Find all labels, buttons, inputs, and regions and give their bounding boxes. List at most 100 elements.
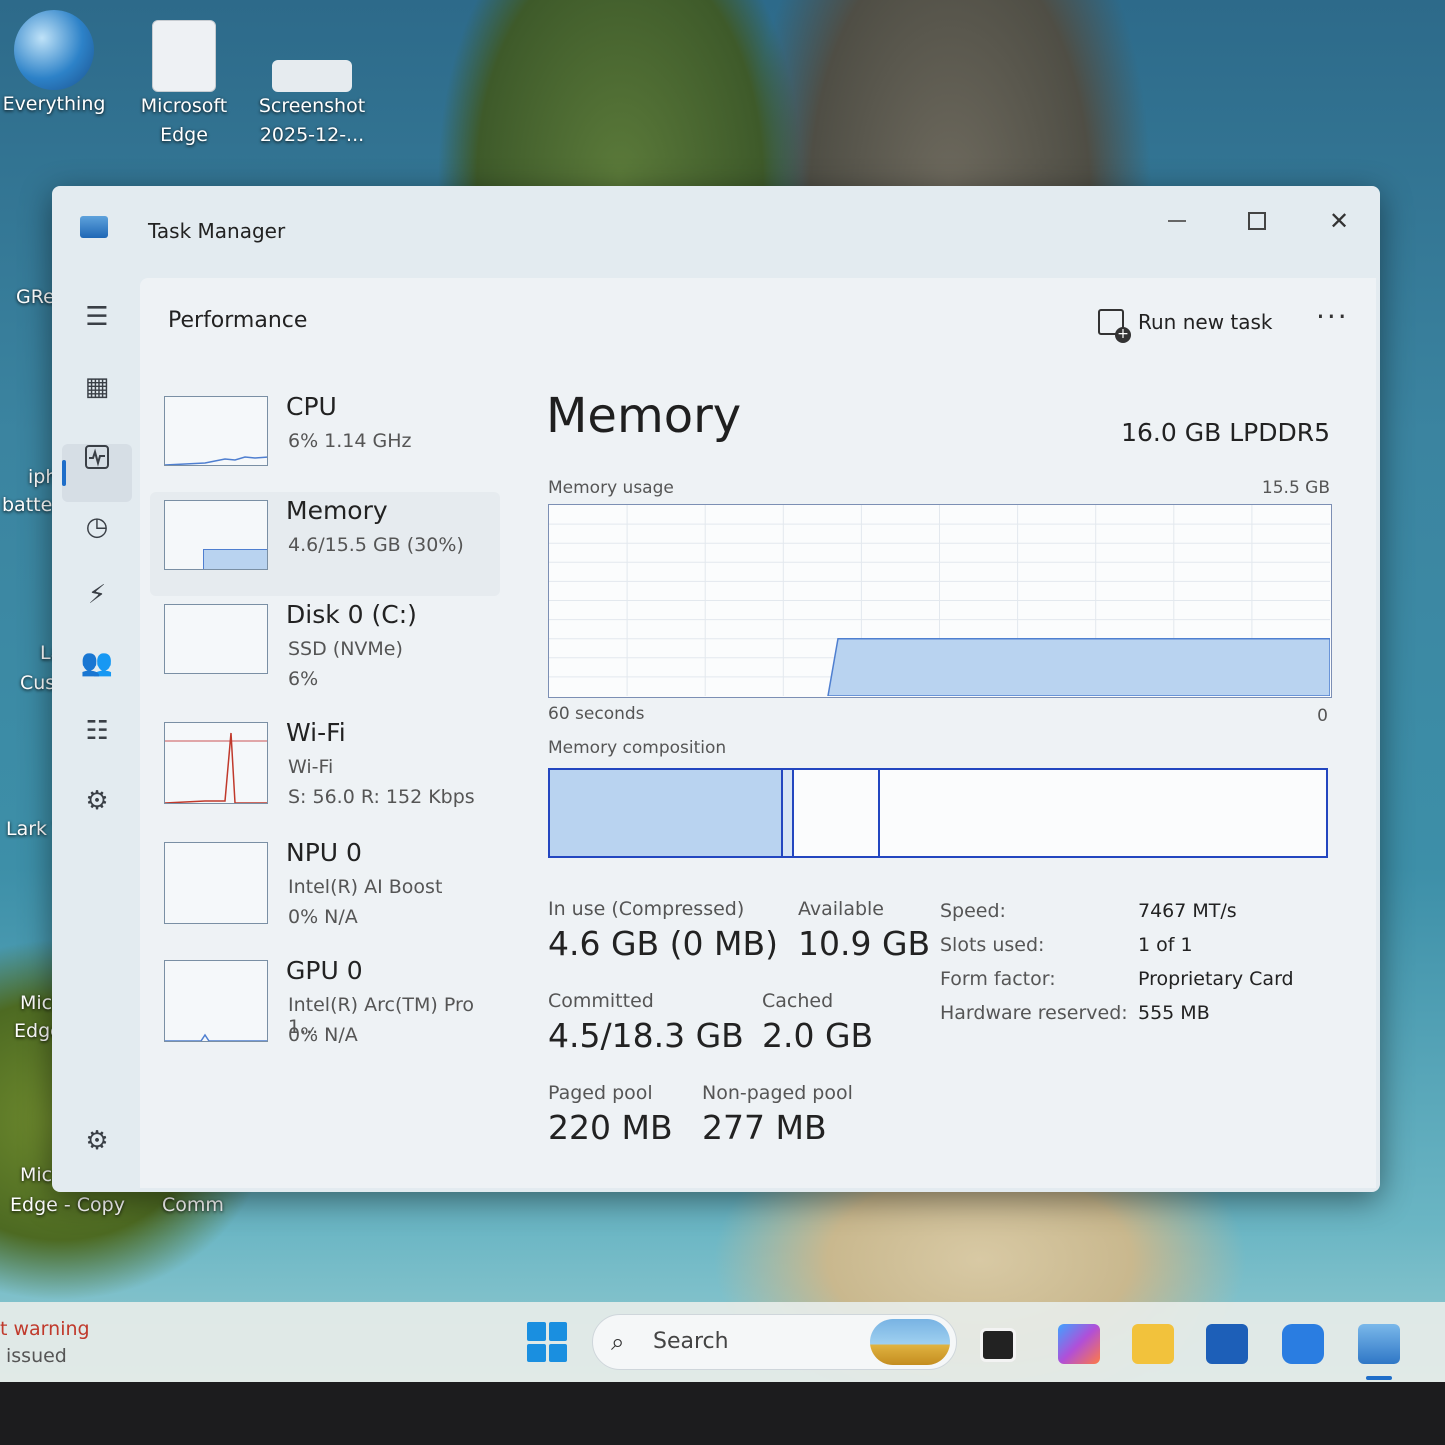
desktop-icon-label: Screenshot 2025-12-... <box>258 95 366 146</box>
m365-copilot-icon[interactable] <box>1058 1324 1100 1364</box>
wifi-thumbnail-graph <box>164 722 268 804</box>
performance-page: Performance Run new task ··· CPU 6% 1.14… <box>140 278 1376 1188</box>
cached-label: Cached <box>762 990 834 1012</box>
composition-standby <box>794 770 880 856</box>
device-sub: Wi-Fi <box>288 756 334 778</box>
processes-icon[interactable]: ▦ <box>80 370 114 404</box>
memory-composition-bar <box>548 768 1328 858</box>
device-item-memory[interactable]: Memory 4.6/15.5 GB (30%) <box>150 492 500 596</box>
gpu-thumbnail-graph <box>164 960 268 1042</box>
file-explorer-icon[interactable] <box>1132 1324 1174 1364</box>
in-use-label: In use (Compressed) <box>548 898 745 920</box>
globe-icon <box>14 10 94 90</box>
minimize-button[interactable] <box>1142 196 1212 246</box>
outlook-icon[interactable] <box>1282 1324 1324 1364</box>
search-icon: ⌕ <box>611 1328 625 1356</box>
store-icon[interactable] <box>1206 1324 1248 1364</box>
maximize-icon <box>1248 212 1266 230</box>
memory-usage-chart <box>549 505 1331 697</box>
pulse-icon <box>85 445 109 469</box>
memory-usage-max: 15.5 GB <box>1261 478 1330 498</box>
disk-thumbnail-graph <box>164 604 268 674</box>
device-sub: 6% 1.14 GHz <box>288 430 412 452</box>
memory-thumbnail-graph <box>164 500 268 570</box>
detail-key-form-factor: Form factor: <box>940 968 1056 990</box>
composition-modified <box>782 770 795 856</box>
detail-value-slots: 1 of 1 <box>1138 934 1193 956</box>
cpu-thumbnail-graph <box>164 396 268 466</box>
device-sub: 4.6/15.5 GB (30%) <box>288 534 464 556</box>
screen-bezel <box>0 1382 1445 1445</box>
device-item-disk[interactable]: Disk 0 (C:) SSD (NVMe) 6% <box>150 596 500 700</box>
warning-line1: t warning <box>0 1318 90 1340</box>
performance-icon[interactable] <box>80 440 114 474</box>
services-icon[interactable]: ⚙ <box>80 784 114 818</box>
start-button[interactable] <box>527 1322 567 1362</box>
users-icon[interactable]: 👥 <box>80 646 114 680</box>
detail-key-hw-reserved: Hardware reserved: <box>940 1002 1128 1024</box>
title-bar[interactable]: Task Manager ✕ <box>52 186 1380 276</box>
task-manager-taskbar-icon[interactable] <box>1358 1324 1400 1364</box>
device-sub: SSD (NVMe) <box>288 638 403 660</box>
close-button[interactable]: ✕ <box>1304 196 1374 246</box>
desktop-icon-everything[interactable]: Everything <box>0 10 114 119</box>
device-item-cpu[interactable]: CPU 6% 1.14 GHz <box>150 388 500 492</box>
available-value: 10.9 GB <box>798 924 931 963</box>
device-sub: Intel(R) AI Boost <box>288 876 443 898</box>
settings-gear-icon[interactable]: ⚙ <box>80 1124 114 1158</box>
device-sub: 6% <box>288 668 319 690</box>
close-icon: ✕ <box>1328 207 1350 235</box>
desktop-icon-label: Microsoft Edge <box>140 95 228 146</box>
device-sub: S: 56.0 R: 152 Kbps <box>288 786 475 808</box>
page-title: Performance <box>168 308 308 333</box>
desktop-icon-screenshot[interactable]: Screenshot 2025-12-... <box>252 20 372 150</box>
details-list-icon[interactable]: ☷ <box>80 714 114 748</box>
detail-key-slots: Slots used: <box>940 934 1045 956</box>
device-name: Wi-Fi <box>286 718 346 747</box>
device-name: NPU 0 <box>286 838 362 867</box>
device-name: Disk 0 (C:) <box>286 600 417 629</box>
desktop-icon-edge[interactable]: Microsoft Edge <box>124 20 244 150</box>
taskbar-warning[interactable]: t warning issued <box>0 1316 90 1370</box>
nonpaged-pool-label: Non-paged pool <box>702 1082 853 1104</box>
image-file-icon <box>272 60 352 92</box>
device-item-gpu[interactable]: GPU 0 Intel(R) Arc(TM) Pro 1... 0% N/A <box>150 952 500 1056</box>
graph-time-left: 60 seconds <box>548 704 645 724</box>
available-label: Available <box>798 898 885 920</box>
cached-value: 2.0 GB <box>762 1016 874 1055</box>
run-new-task-label: Run new task <box>1138 310 1273 334</box>
paged-pool-value: 220 MB <box>548 1108 673 1147</box>
graph-time-right: 0 <box>1317 706 1328 726</box>
in-use-value: 4.6 GB (0 MB) <box>548 924 779 963</box>
nonpaged-pool-value: 277 MB <box>702 1108 827 1147</box>
maximize-button[interactable] <box>1222 196 1292 246</box>
more-options-button[interactable]: ··· <box>1316 300 1349 333</box>
startup-apps-icon[interactable]: ⚡ <box>80 578 114 612</box>
committed-value: 4.5/18.3 GB <box>548 1016 744 1055</box>
run-task-icon <box>1098 309 1131 343</box>
task-manager-logo-icon <box>80 216 108 238</box>
composition-in-use <box>550 770 783 856</box>
device-item-npu[interactable]: NPU 0 Intel(R) AI Boost 0% N/A <box>150 834 500 938</box>
device-item-wifi[interactable]: Wi-Fi Wi-Fi S: 56.0 R: 152 Kbps <box>150 714 500 818</box>
window-title: Task Manager <box>148 219 286 243</box>
committed-label: Committed <box>548 990 654 1012</box>
memory-title: Memory <box>546 388 742 444</box>
memory-composition-label: Memory composition <box>548 738 727 758</box>
task-view-icon[interactable] <box>980 1328 1016 1362</box>
device-name: GPU 0 <box>286 956 363 985</box>
memory-usage-area <box>827 637 1331 697</box>
device-sub: 0% N/A <box>288 906 358 928</box>
hamburger-menu-icon[interactable]: ☰ <box>80 300 114 334</box>
desktop-label-gre: GRe <box>16 286 55 308</box>
detail-value-form-factor: Proprietary Card <box>1138 968 1294 990</box>
taskbar-search[interactable]: ⌕ Search <box>592 1314 957 1370</box>
memory-usage-graph <box>548 504 1332 698</box>
app-history-icon[interactable]: ◷ <box>80 510 114 544</box>
device-name: CPU <box>286 392 337 421</box>
warning-line2: issued <box>6 1345 67 1367</box>
detail-value-hw-reserved: 555 MB <box>1138 1002 1210 1024</box>
nav-rail: ☰ ▦ ◷ ⚡ 👥 ☷ ⚙ ⚙ <box>62 278 142 1188</box>
desktop-label-edge-copy: Edge - Copy <box>10 1194 125 1216</box>
run-new-task-button[interactable]: Run new task <box>1098 300 1273 344</box>
